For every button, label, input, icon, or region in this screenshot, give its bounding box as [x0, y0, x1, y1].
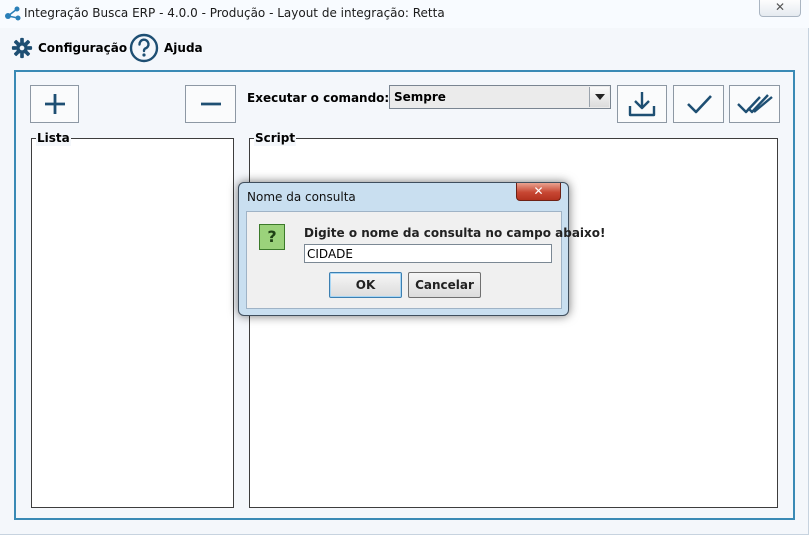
add-button[interactable] — [30, 85, 79, 123]
window-close-button[interactable]: ✕ — [759, 0, 801, 17]
dialog-message: Digite o nome da consulta no campo abaix… — [304, 226, 606, 240]
close-icon: ✕ — [774, 0, 786, 14]
dialog-body: ? Digite o nome da consulta no campo aba… — [246, 211, 605, 309]
menu-ajuda[interactable]: Ajuda — [129, 33, 203, 63]
check-icon — [686, 95, 712, 114]
command-select[interactable]: Sempre — [389, 85, 611, 109]
download-icon — [628, 92, 656, 117]
ok-button[interactable]: OK — [329, 272, 402, 298]
command-select-value: Sempre — [394, 90, 446, 104]
double-check-icon — [736, 94, 773, 114]
minus-icon — [200, 102, 221, 106]
dialog-title: Nome da consulta — [247, 190, 356, 204]
menu-configuracao[interactable]: Configuração — [11, 34, 127, 62]
app-window: Integração Busca ERP - 4.0.0 - Produção … — [0, 0, 809, 535]
plus-icon — [44, 94, 65, 114]
window-title: Integração Busca ERP - 4.0.0 - Produção … — [24, 6, 445, 20]
chevron-down-icon[interactable] — [589, 87, 609, 107]
validate-all-button[interactable] — [729, 85, 780, 123]
query-name-dialog: Nome da consulta ✕ ? Digite o nome da co… — [238, 182, 605, 316]
menu-ajuda-label: Ajuda — [164, 41, 203, 55]
remove-button[interactable] — [185, 85, 236, 123]
list-panel-title: Lista — [36, 130, 71, 146]
app-logo-icon — [5, 6, 21, 21]
command-label: Executar o comando: — [247, 91, 390, 105]
cancel-button[interactable]: Cancelar — [408, 272, 481, 298]
query-name-input[interactable] — [304, 244, 552, 263]
validate-button[interactable] — [673, 85, 724, 123]
close-icon: ✕ — [533, 184, 544, 198]
gear-icon — [11, 37, 33, 59]
list-panel[interactable]: Lista — [31, 130, 234, 508]
help-circle-icon — [129, 33, 159, 63]
dialog-close-button[interactable]: ✕ — [516, 183, 561, 201]
question-icon: ? — [259, 224, 285, 250]
title-bar: Integração Busca ERP - 4.0.0 - Produção … — [0, 0, 809, 28]
top-menu: Configuração Ajuda — [0, 28, 809, 68]
menu-configuracao-label: Configuração — [38, 41, 128, 55]
script-panel-title: Script — [254, 130, 297, 146]
download-button[interactable] — [617, 85, 667, 123]
